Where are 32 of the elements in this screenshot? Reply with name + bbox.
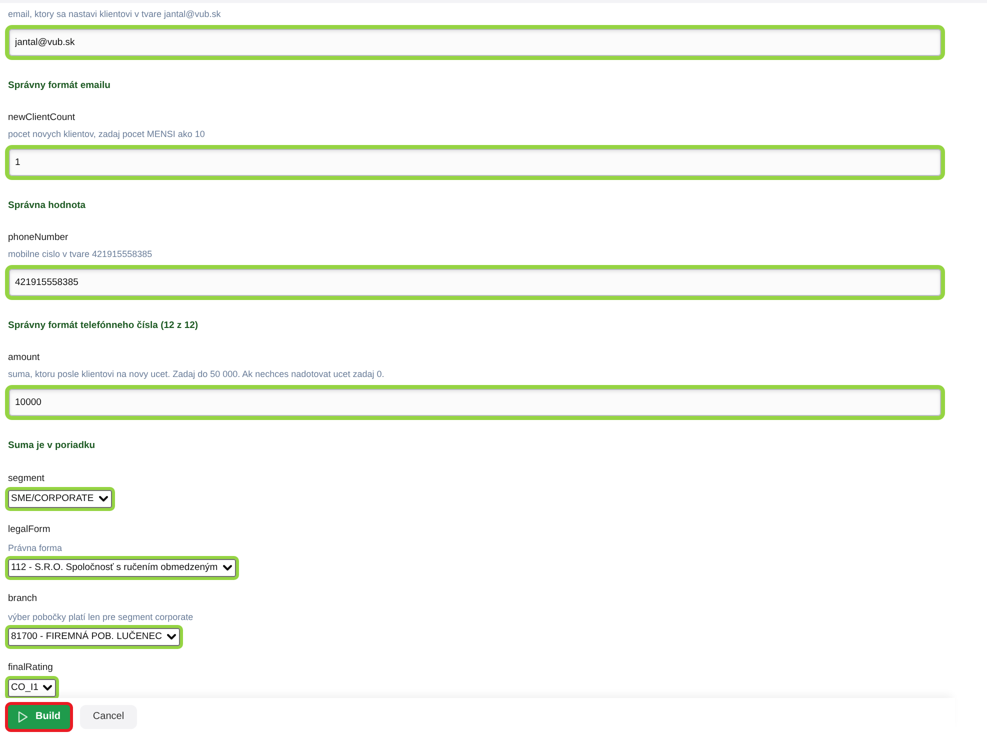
validation-message: Správna hodnota — [8, 199, 86, 213]
help-text: mobilne cislo v tvare 421915558385 — [8, 248, 152, 261]
chevron-icon — [222, 565, 232, 571]
chevron-icon — [43, 685, 52, 691]
text-input[interactable]: jantal@vub.sk — [5, 25, 945, 60]
chevron-icon — [167, 634, 176, 640]
select-field[interactable]: 81700 - FIREMNÁ POB. LUČENEC — [5, 625, 183, 649]
help-text: Právna forma — [8, 542, 62, 555]
validation-message: Správny formát emailu — [8, 79, 110, 93]
field-label: branch — [8, 592, 38, 606]
field-label: legalForm — [8, 523, 50, 537]
field-label: finalRating — [8, 661, 53, 675]
field-label: newClientCount — [8, 111, 76, 125]
field-label: phoneNumber — [8, 231, 68, 245]
help-text: suma, ktoru posle klientovi na novy ucet. Zadaj do 50 000. Ak nechces nadotovat ucet zadaj 0. — [8, 368, 384, 381]
text-input[interactable]: 421915558385 — [5, 265, 945, 300]
field-label: segment — [8, 472, 44, 486]
text-input[interactable]: 1 — [5, 145, 945, 180]
help-text: pocet novych klientov, zadaj pocet MENSI ako 10 — [8, 128, 205, 141]
select-field[interactable]: 112 - S.R.O. Spoločnosť s ručením obmedzeným — [5, 556, 239, 580]
select-field[interactable]: SME/CORPORATE — [5, 487, 115, 511]
help-text: výber pobočky platí len pre segment corporate — [8, 611, 194, 624]
validation-message: Správny formát telefónneho čísla (12 z 12) — [8, 319, 198, 333]
build-button[interactable]: Build — [5, 702, 73, 732]
validation-message: Suma je v poriadku — [8, 439, 96, 453]
select-field[interactable]: CO_I1 — [5, 676, 60, 698]
help-text: email, ktory sa nastavi klientovi v tvare jantal@vub.sk — [8, 8, 221, 21]
field-label: amount — [8, 351, 40, 365]
text-input[interactable]: 10000 — [5, 385, 945, 420]
play-icon — [18, 710, 28, 722]
cancel-button[interactable]: Cancel — [80, 704, 137, 728]
chevron-icon — [98, 496, 108, 502]
